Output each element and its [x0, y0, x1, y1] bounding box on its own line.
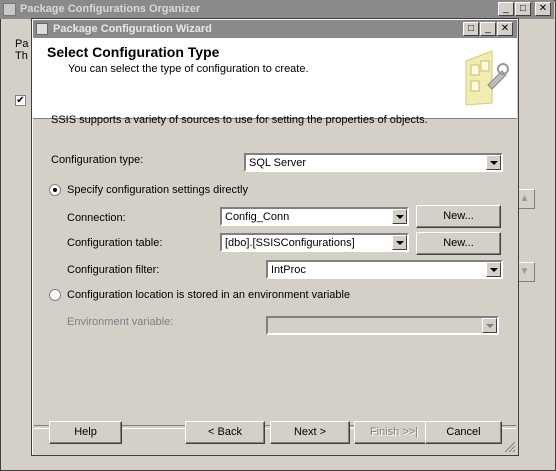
- background-enable-checkbox[interactable]: ✔: [15, 95, 26, 106]
- background-description: Pa Th: [15, 38, 29, 62]
- page-subtitle: You can select the type of configuration…: [68, 63, 309, 75]
- new-connection-button[interactable]: New...: [416, 205, 501, 228]
- wizard-header-icon: [465, 50, 509, 106]
- environment-variable-label: Environment variable:: [67, 316, 174, 328]
- chevron-down-icon[interactable]: [392, 235, 407, 250]
- chevron-down-icon[interactable]: [486, 262, 501, 277]
- environment-variable-select[interactable]: [266, 316, 499, 335]
- configuration-filter-label: Configuration filter:: [67, 264, 160, 276]
- background-window-title: Package Configurations Organizer: [20, 3, 201, 15]
- next-button[interactable]: Next >: [270, 421, 350, 444]
- wizard-header: Select Configuration Type You can select…: [33, 38, 517, 119]
- configuration-table-select[interactable]: [dbo].[SSISConfigurations]: [220, 233, 409, 252]
- wizard-icon: [36, 23, 48, 35]
- maximize-icon[interactable]: □: [515, 2, 531, 16]
- close-icon[interactable]: ✕: [535, 2, 551, 16]
- configuration-type-label: Configuration type:: [51, 154, 144, 166]
- cancel-button[interactable]: Cancel: [425, 421, 502, 444]
- configuration-type-select[interactable]: SQL Server: [244, 153, 503, 172]
- back-button[interactable]: < Back: [185, 421, 265, 444]
- environment-variable-radio[interactable]: [49, 289, 61, 301]
- wizard-minimize-icon[interactable]: _: [480, 22, 496, 36]
- wizard-close-icon[interactable]: ✕: [497, 22, 513, 36]
- page-title: Select Configuration Type: [47, 44, 220, 60]
- configuration-table-label: Configuration table:: [67, 237, 163, 249]
- package-configuration-wizard: Package Configuration Wizard _ ✕ □ Selec…: [31, 18, 519, 456]
- environment-variable-option-label[interactable]: Configuration location is stored in an e…: [67, 289, 350, 301]
- chevron-down-icon[interactable]: [392, 209, 407, 224]
- connection-label: Connection:: [67, 212, 126, 224]
- help-button[interactable]: Help: [49, 421, 122, 444]
- specify-directly-radio[interactable]: [49, 184, 61, 196]
- specify-directly-label[interactable]: Specify configuration settings directly: [67, 184, 248, 196]
- resize-grip-icon[interactable]: [504, 441, 516, 453]
- wizard-title: Package Configuration Wizard: [53, 23, 212, 35]
- wizard-title-bar[interactable]: Package Configuration Wizard _ ✕ □: [33, 20, 517, 38]
- chevron-down-icon[interactable]: [482, 318, 497, 333]
- configuration-filter-select[interactable]: IntProc: [266, 260, 503, 279]
- wizard-maximize-icon[interactable]: □: [463, 22, 479, 36]
- intro-text: SSIS supports a variety of sources to us…: [51, 114, 428, 126]
- background-window-title-bar[interactable]: Package Configurations Organizer _ □ ✕: [0, 0, 554, 19]
- chevron-down-icon[interactable]: [486, 155, 501, 170]
- new-table-button[interactable]: New...: [416, 232, 501, 255]
- minimize-icon[interactable]: _: [498, 2, 514, 16]
- app-icon: [3, 3, 16, 16]
- connection-select[interactable]: Config_Conn: [220, 207, 409, 226]
- finish-button[interactable]: Finish >>|: [354, 421, 434, 444]
